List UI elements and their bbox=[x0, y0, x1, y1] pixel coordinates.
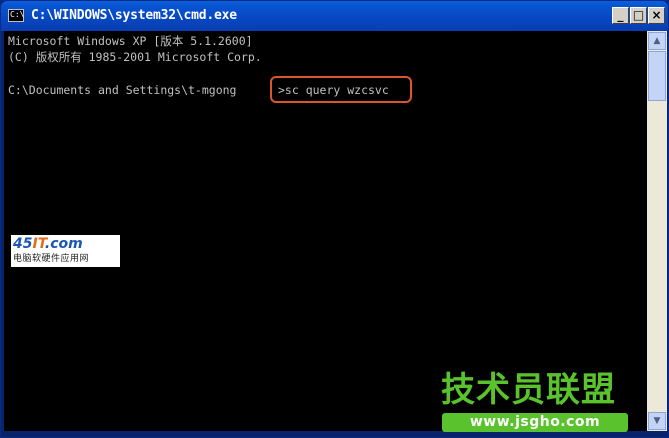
site-logo-45it: 45IT.com 电脑软硬件应用网 bbox=[11, 235, 120, 267]
scroll-thumb[interactable] bbox=[648, 51, 666, 101]
vertical-scrollbar[interactable]: ▲ ▼ bbox=[647, 31, 667, 431]
command-highlight-box bbox=[270, 76, 412, 103]
cmd-window: C:\ C:\WINDOWS\system32\cmd.exe _ □ × Mi… bbox=[0, 0, 669, 438]
close-icon: × bbox=[651, 8, 662, 22]
logo-it: IT bbox=[32, 236, 45, 252]
logo-wordmark: 45IT.com bbox=[13, 236, 83, 252]
minimize-icon: _ bbox=[617, 8, 624, 22]
maximize-icon: □ bbox=[632, 8, 645, 22]
console-icon-glyph: C:\ bbox=[10, 10, 25, 19]
window-title: C:\WINDOWS\system32\cmd.exe bbox=[31, 8, 237, 23]
scroll-down-button[interactable]: ▼ bbox=[648, 412, 666, 430]
logo-com: .com bbox=[44, 236, 83, 252]
watermark-site-url: www.jsgho.com bbox=[442, 413, 628, 432]
logo-45: 45 bbox=[13, 236, 33, 252]
minimize-button[interactable]: _ bbox=[612, 7, 629, 24]
title-bar[interactable]: C:\ C:\WINDOWS\system32\cmd.exe _ □ × bbox=[1, 1, 668, 31]
scroll-up-button[interactable]: ▲ bbox=[648, 32, 666, 50]
console-line-copyright: (C) 版权所有 1985-2001 Microsoft Corp. bbox=[8, 50, 262, 64]
arrow-down-icon: ▼ bbox=[653, 416, 661, 426]
arrow-up-icon: ▲ bbox=[653, 36, 661, 46]
console-line-version: Microsoft Windows XP [版本 5.1.2600] bbox=[8, 34, 253, 48]
watermark-site-title: 技术员联盟 bbox=[441, 370, 616, 410]
maximize-button[interactable]: □ bbox=[630, 7, 647, 24]
close-button[interactable]: × bbox=[648, 7, 665, 24]
console-icon[interactable]: C:\ bbox=[8, 9, 24, 22]
console-prompt: C:\Documents and Settings\t-mgong bbox=[8, 83, 237, 97]
logo-subtitle: 电脑软硬件应用网 bbox=[13, 254, 90, 264]
